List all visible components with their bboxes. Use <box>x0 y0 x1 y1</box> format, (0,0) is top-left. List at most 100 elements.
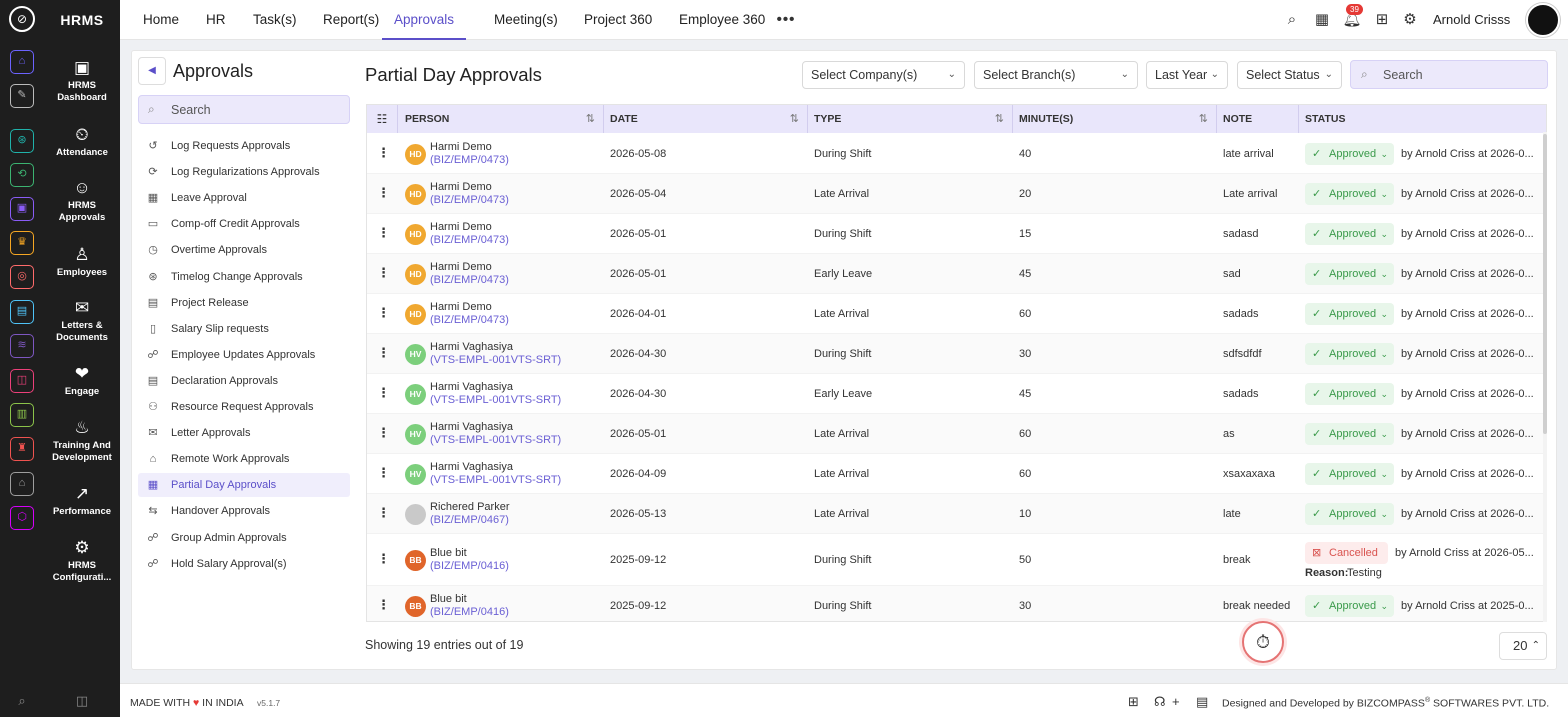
row-actions-icon[interactable]: ⋮ <box>377 597 390 613</box>
person-name[interactable]: Harmi Vaghasiya <box>430 421 513 433</box>
person-code[interactable]: (VTS-EMPL-001VTS-SRT) <box>430 394 561 406</box>
module-dashboard[interactable]: ▣ HRMS Dashboard <box>44 58 120 104</box>
table-row[interactable]: ⋮ HD Harmi Demo (BIZ/EMP/0473) 2026-05-04 Lat… <box>367 174 1546 214</box>
panel-item-hold-salary-approval-s[interactable]: ☍ Hold Salary Approval(s) <box>138 552 350 576</box>
rail-app-icon[interactable]: ⬡ <box>10 506 34 530</box>
sort-icon[interactable]: ⇅ <box>586 105 595 133</box>
person-name[interactable]: Harmi Vaghasiya <box>430 381 513 393</box>
headset-icon[interactable]: ☊ <box>1154 694 1166 710</box>
panel-item-resource-request-approvals[interactable]: ⚇ Resource Request Approvals <box>138 395 350 419</box>
person-name[interactable]: Harmi Demo <box>430 181 492 193</box>
search-icon[interactable]: ⌕ <box>0 693 44 709</box>
person-name[interactable]: Richered Parker <box>430 501 509 513</box>
person-code[interactable]: (BIZ/EMP/0416) <box>430 606 509 618</box>
panel-item-leave-approval[interactable]: ▦ Leave Approval <box>138 186 350 210</box>
collapse-sidebar-icon[interactable]: ◫ <box>44 693 120 709</box>
module-letters[interactable]: ✉ Letters & Documents <box>44 298 120 344</box>
status-badge[interactable]: ✓ Approved ⌄ <box>1305 263 1395 285</box>
person-name[interactable]: Harmi Demo <box>430 141 492 153</box>
person-code[interactable]: (VTS-EMPL-001VTS-SRT) <box>430 434 561 446</box>
company-filter[interactable]: Select Company(s) ⌄ <box>802 61 965 89</box>
table-row[interactable]: ⋮ HD Harmi Demo (BIZ/EMP/0473) 2026-05-01 Ear… <box>367 254 1546 294</box>
panel-item-overtime-approvals[interactable]: ◷ Overtime Approvals <box>138 238 350 262</box>
table-row[interactable]: ⋮ HV Harmi Vaghasiya (VTS-EMPL-001VTS-SRT) 2… <box>367 414 1546 454</box>
apps-grid-icon[interactable]: ⊞ <box>1372 10 1392 30</box>
nav-employee-360[interactable]: Employee 360 <box>679 0 765 40</box>
compass-logo-icon[interactable]: ⊘ <box>9 6 35 32</box>
panel-item-partial-day-approvals[interactable]: ▦ Partial Day Approvals <box>138 473 350 498</box>
nav-home[interactable]: Home <box>143 0 179 40</box>
module-employees[interactable]: ♙ Employees <box>44 245 120 279</box>
row-actions-icon[interactable]: ⋮ <box>377 505 390 521</box>
column-header-date[interactable]: DATE ⇅ <box>604 105 808 133</box>
row-actions-icon[interactable]: ⋮ <box>377 465 390 481</box>
status-badge[interactable]: ✓ Approved ⌄ <box>1305 383 1395 405</box>
row-actions-icon[interactable]: ⋮ <box>377 265 390 281</box>
nav-hr[interactable]: HR <box>206 0 226 40</box>
panel-item-timelog-change-approvals[interactable]: ⊛ Timelog Change Approvals <box>138 265 350 289</box>
main-search-input[interactable] <box>1383 66 1538 84</box>
nav-project-360[interactable]: Project 360 <box>584 0 652 40</box>
table-scrollbar-thumb[interactable] <box>1543 134 1547 434</box>
table-row[interactable]: ⋮ HD Harmi Demo (BIZ/EMP/0473) 2026-05-01 Dur… <box>367 214 1546 254</box>
status-badge[interactable]: ✓ Approved ⌄ <box>1305 143 1395 165</box>
rail-app-icon[interactable]: ▥ <box>10 403 34 427</box>
status-badge[interactable]: ✓ Approved ⌄ <box>1305 423 1395 445</box>
table-row[interactable]: ⋮ Richered Parker (BIZ/EMP/0467) 2026-05-13… <box>367 494 1546 534</box>
module-config[interactable]: ⚙ HRMS Configurati... <box>44 538 120 584</box>
row-actions-icon[interactable]: ⋮ <box>377 305 390 321</box>
sort-icon[interactable]: ⇅ <box>790 105 799 133</box>
person-name[interactable]: Harmi Vaghasiya <box>430 461 513 473</box>
panel-search-input[interactable] <box>171 101 341 119</box>
person-name[interactable]: Harmi Demo <box>430 221 492 233</box>
panel-item-declaration-approvals[interactable]: ▤ Declaration Approvals <box>138 369 350 393</box>
rail-app-icon[interactable]: ◎ <box>10 265 34 289</box>
panel-item-letter-approvals[interactable]: ✉ Letter Approvals <box>138 421 350 445</box>
panel-item-group-admin-approvals[interactable]: ☍ Group Admin Approvals <box>138 526 350 550</box>
sort-icon[interactable]: ⇅ <box>1199 105 1208 133</box>
person-code[interactable]: (VTS-EMPL-001VTS-SRT) <box>430 474 561 486</box>
status-badge[interactable]: ✓ Approved ⌄ <box>1305 303 1395 325</box>
nav-approvals[interactable]: Approvals <box>382 0 467 40</box>
nav-task-s[interactable]: Task(s) <box>253 0 297 40</box>
panel-item-log-regularizations-approvals[interactable]: ⟳ Log Regularizations Approvals <box>138 160 350 184</box>
person-code[interactable]: (BIZ/EMP/0473) <box>430 234 509 246</box>
person-code[interactable]: (VTS-EMPL-001VTS-SRT) <box>430 354 561 366</box>
stopwatch-icon[interactable]: ⏱︎ <box>1242 621 1284 663</box>
branch-filter[interactable]: Select Branch(s) ⌄ <box>974 61 1138 89</box>
windows-icon[interactable]: ⊞ <box>1128 694 1139 710</box>
table-row[interactable]: ⋮ HV Harmi Vaghasiya (VTS-EMPL-001VTS-SRT) 2… <box>367 334 1546 374</box>
panel-item-handover-approvals[interactable]: ⇆ Handover Approvals <box>138 499 350 523</box>
person-name[interactable]: Harmi Vaghasiya <box>430 341 513 353</box>
table-row[interactable]: ⋮ BB Blue bit (BIZ/EMP/0416) 2025-09-12 Durin… <box>367 534 1546 586</box>
column-settings-icon[interactable]: ☷ <box>367 105 398 133</box>
status-badge[interactable]: ✓ Approved ⌄ <box>1305 223 1395 245</box>
panel-item-remote-work-approvals[interactable]: ⌂ Remote Work Approvals <box>138 447 350 471</box>
person-name[interactable]: Harmi Demo <box>430 301 492 313</box>
user-avatar[interactable] <box>1526 3 1560 37</box>
rail-app-icon[interactable]: ✎ <box>10 84 34 108</box>
rail-app-icon[interactable]: ⟲ <box>10 163 34 187</box>
person-name[interactable]: Blue bit <box>430 547 467 559</box>
person-code[interactable]: (BIZ/EMP/0467) <box>430 514 509 526</box>
rail-app-icon[interactable]: ♜ <box>10 437 34 461</box>
status-badge[interactable]: ⊠ Cancelled <box>1305 542 1388 564</box>
table-row[interactable]: ⋮ BB Blue bit (BIZ/EMP/0416) 2025-09-12 Durin… <box>367 586 1546 621</box>
gear-icon[interactable]: ⚙ <box>1400 10 1420 30</box>
back-button[interactable]: ◀ <box>138 57 166 85</box>
row-actions-icon[interactable]: ⋮ <box>377 551 390 567</box>
status-filter[interactable]: Select Status ⌄ <box>1237 61 1342 89</box>
nav-meeting-s[interactable]: Meeting(s) <box>494 0 558 40</box>
person-code[interactable]: (BIZ/EMP/0473) <box>430 154 509 166</box>
row-actions-icon[interactable]: ⋮ <box>377 145 390 161</box>
rail-app-icon[interactable]: ▣ <box>10 197 34 221</box>
rail-app-icon[interactable]: ▤ <box>10 300 34 324</box>
column-header-type[interactable]: TYPE ⇅ <box>808 105 1013 133</box>
rail-app-icon[interactable]: ⌂ <box>10 50 34 74</box>
person-name[interactable]: Harmi Demo <box>430 261 492 273</box>
rail-app-icon[interactable]: ◫ <box>10 369 34 393</box>
module-training[interactable]: ♨ Training And Development <box>44 418 120 464</box>
search-icon[interactable]: ⌕ <box>1282 10 1302 30</box>
module-engage[interactable]: ❤ Engage <box>44 364 120 398</box>
status-badge[interactable]: ✓ Approved ⌄ <box>1305 595 1395 617</box>
